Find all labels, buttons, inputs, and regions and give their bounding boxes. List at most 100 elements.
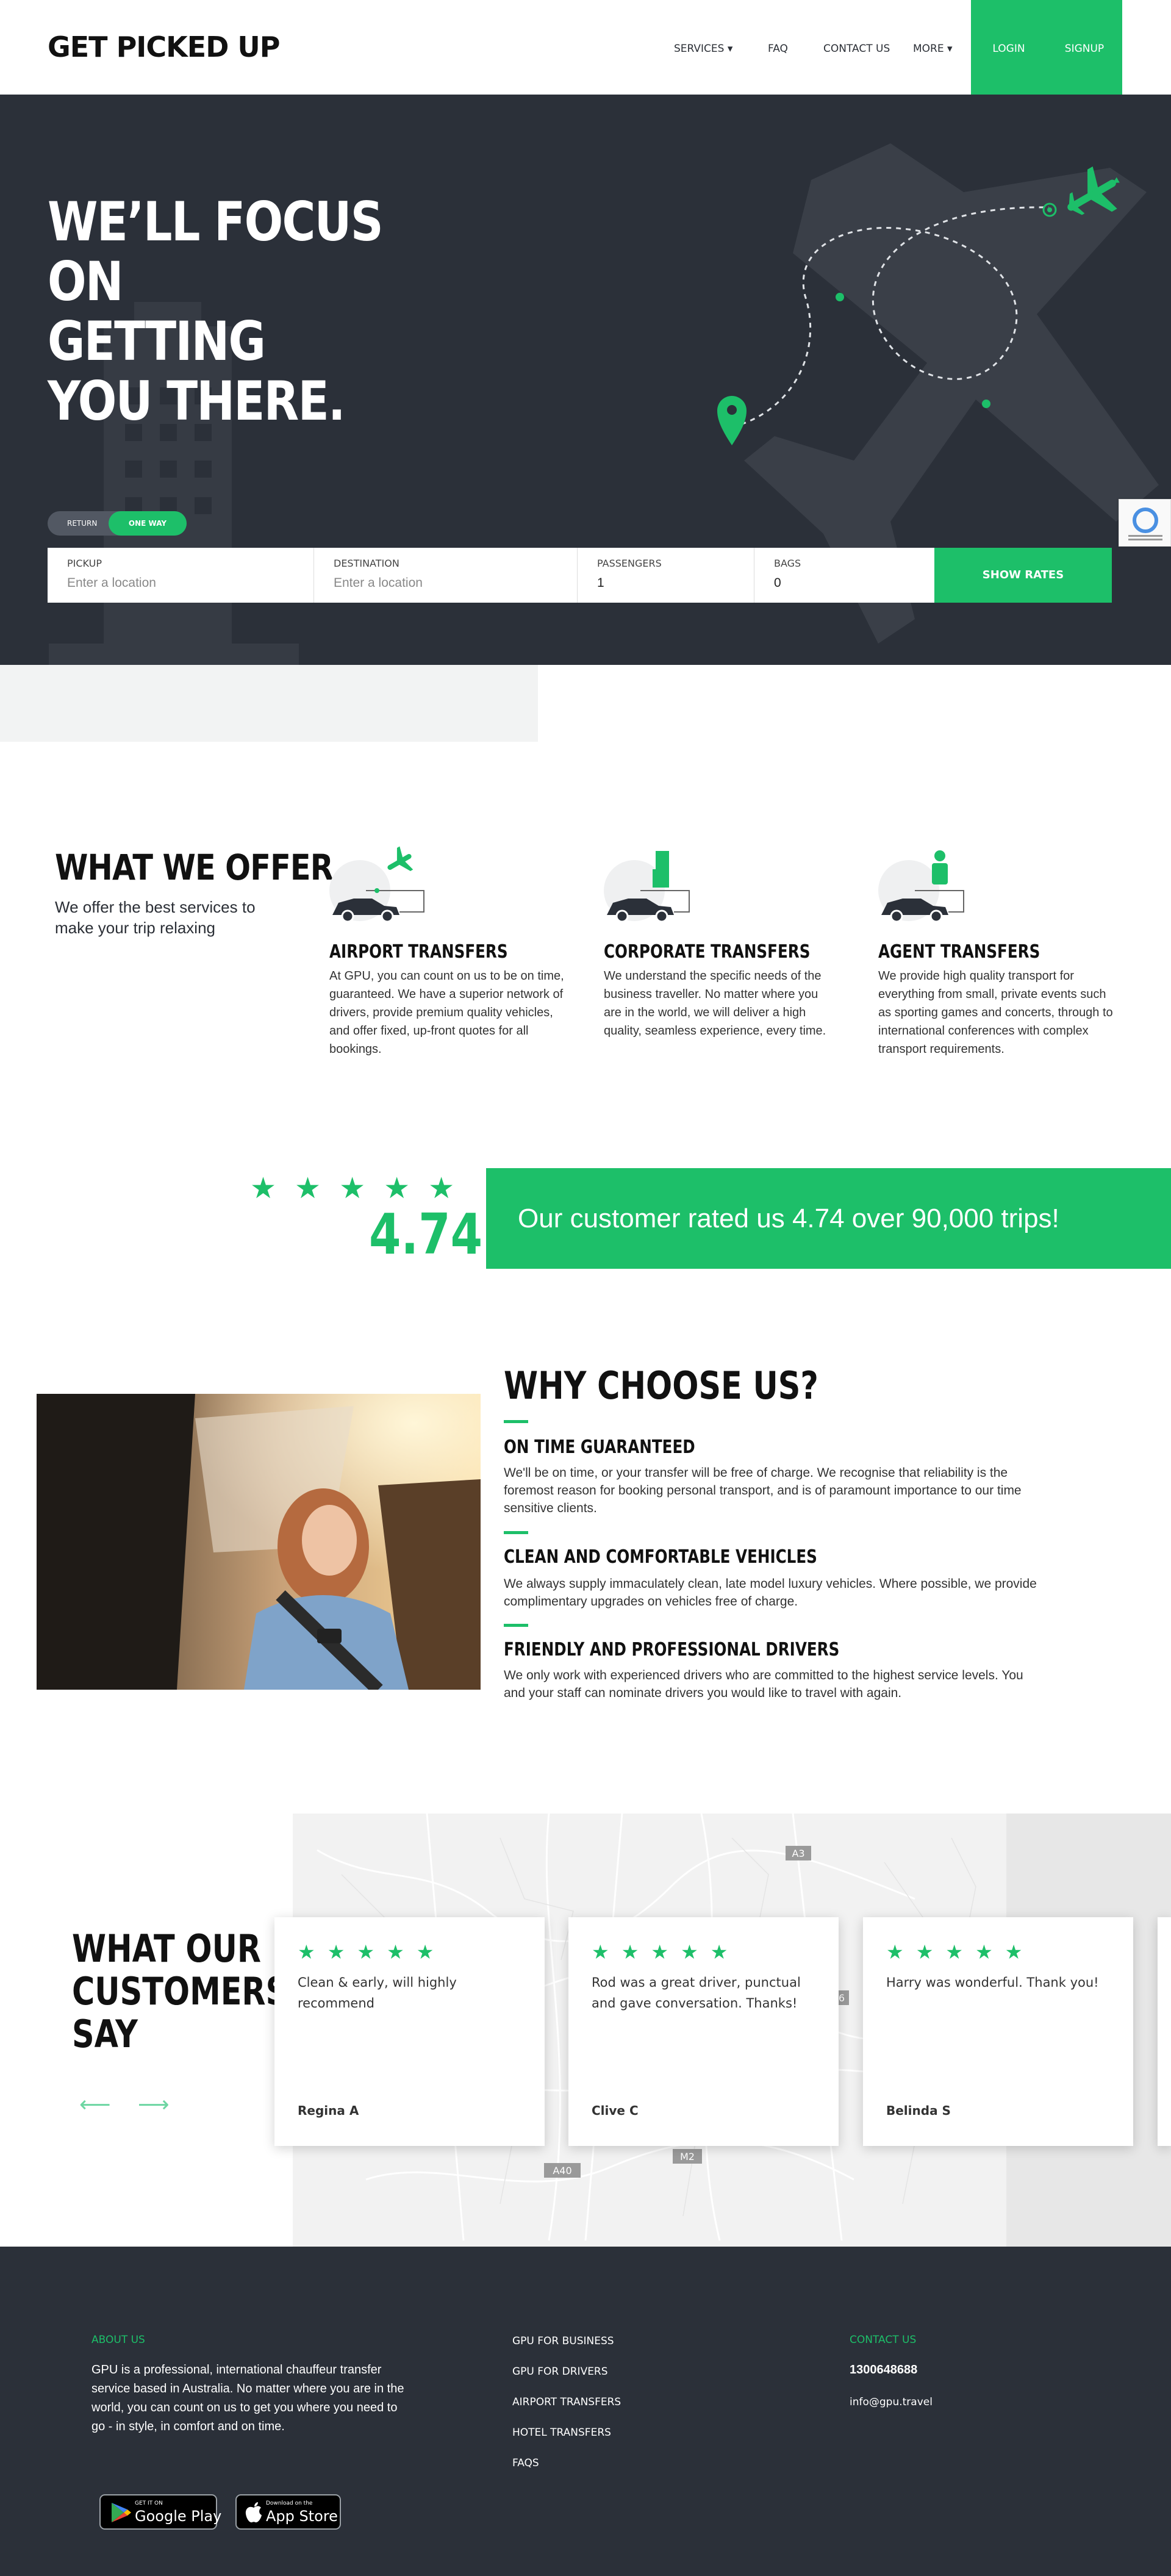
hero-title-line1: WE’LL FOCUS ON bbox=[48, 190, 384, 313]
pickup-label: PICKUP bbox=[67, 558, 102, 569]
footer-email[interactable]: info@gpu.travel bbox=[850, 2396, 933, 2408]
divider bbox=[504, 1624, 528, 1627]
pickup-input[interactable] bbox=[67, 576, 307, 590]
testimonial-author: Belinda S bbox=[886, 2103, 951, 2118]
rating-banner: Our customer rated us 4.74 over 90,000 t… bbox=[486, 1168, 1171, 1269]
app-store-badge[interactable]: Download on the App Store bbox=[235, 2494, 341, 2530]
testimonial-card: ★★★★★ Rod was a great driver, punctual a… bbox=[568, 1917, 839, 2146]
why-vehicles-text: We always supply immaculately clean, lat… bbox=[504, 1577, 1037, 1609]
agent-transfer-icon bbox=[878, 850, 964, 923]
rating-value: 4.74 bbox=[369, 1202, 483, 1267]
airport-transfer-icon bbox=[329, 846, 424, 923]
google-play-badge[interactable]: GET IT ON Google Play bbox=[99, 2494, 221, 2530]
footer-link-faqs[interactable]: FAQS bbox=[512, 2457, 539, 2469]
signup-button[interactable]: SIGNUP bbox=[1047, 43, 1122, 55]
testimonial-quote: Harry was wonderful. Thank you! bbox=[886, 1975, 1099, 1990]
prev-arrow-icon[interactable]: ⟵ bbox=[79, 2092, 111, 2117]
destination-input[interactable] bbox=[334, 576, 570, 590]
app-store-small: Download on the bbox=[266, 2500, 313, 2506]
agent-transfers-text: We provide high quality transport for ev… bbox=[878, 969, 1113, 1056]
agent-transfers-title: AGENT TRANSFERS bbox=[878, 941, 1040, 963]
map-label-6: 6 bbox=[839, 1992, 845, 2004]
divider bbox=[504, 1531, 528, 1534]
map-label-m2: M2 bbox=[680, 2151, 695, 2162]
site-logo[interactable]: GET PICKED UP bbox=[48, 30, 280, 63]
airport-transfers-title: AIRPORT TRANSFERS bbox=[329, 941, 508, 963]
footer-link-business[interactable]: GPU FOR BUSINESS bbox=[512, 2335, 614, 2347]
stars-icon: ★★★★★ bbox=[886, 1940, 1035, 1964]
testimonials-title-line1: WHAT OUR bbox=[72, 1926, 262, 1971]
map-label-a3: A3 bbox=[792, 1848, 804, 1859]
passengers-input[interactable] bbox=[597, 576, 756, 590]
apple-icon bbox=[245, 2502, 262, 2523]
next-arrow-icon[interactable]: ⟶ bbox=[138, 2092, 170, 2117]
google-play-small: GET IT ON bbox=[135, 2500, 163, 2506]
location-pin-icon bbox=[717, 396, 747, 445]
toggle-one-way[interactable]: ONE WAY bbox=[109, 511, 187, 536]
hero-title-line2: GETTING bbox=[48, 310, 266, 373]
airport-transfers-text: At GPU, you can count on us to be on tim… bbox=[329, 969, 564, 1056]
stars-icon: ★★★★★ bbox=[298, 1940, 446, 1964]
passengers-label: PASSENGERS bbox=[597, 558, 662, 569]
top-nav: GET PICKED UP SERVICES ▾ FAQ CONTACT US … bbox=[0, 0, 1171, 95]
footer-link-hotel[interactable]: HOTEL TRANSFERS bbox=[512, 2427, 611, 2439]
stars-icon: ★★★★★ bbox=[592, 1940, 740, 1964]
footer-phone[interactable]: 1300648688 bbox=[850, 2361, 917, 2380]
nav-services[interactable]: SERVICES ▾ bbox=[674, 43, 732, 55]
why-drivers-text: We only work with experienced drivers wh… bbox=[504, 1668, 1023, 1700]
customer-photo bbox=[37, 1394, 481, 1690]
footer-about-heading: ABOUT US bbox=[91, 2334, 145, 2346]
bags-input[interactable] bbox=[774, 576, 936, 590]
divider bbox=[504, 1420, 528, 1423]
testimonial-quote: Clean & early, will highly recommend bbox=[298, 1975, 457, 2011]
testimonial-card: ★★★★★ Clean & early, will highly recomme… bbox=[274, 1917, 545, 2146]
hero-section: WE’LL FOCUS ON GETTING YOU THERE. RETURN… bbox=[0, 95, 1171, 665]
passengers-field[interactable]: PASSENGERS bbox=[578, 548, 756, 603]
recaptcha-icon bbox=[1128, 508, 1162, 540]
woman-in-car-image bbox=[37, 1394, 481, 1690]
why-ontime-text: We'll be on time, or your transfer will … bbox=[504, 1466, 1022, 1515]
google-play-icon bbox=[112, 2503, 131, 2522]
why-drivers-title: FRIENDLY AND PROFESSIONAL DRIVERS bbox=[504, 1639, 840, 1660]
hero-title-line3: YOU THERE. bbox=[48, 370, 345, 432]
testimonials-title-line3: SAY bbox=[72, 2012, 138, 2056]
nav-more[interactable]: MORE ▾ bbox=[913, 43, 953, 55]
offer-title: WHAT WE OFFER bbox=[55, 847, 334, 888]
footer-contact-heading: CONTACT US bbox=[850, 2334, 917, 2346]
footer-about-text: GPU is a professional, international cha… bbox=[91, 2363, 404, 2433]
offer-subtitle: We offer the best services to make your … bbox=[55, 898, 256, 937]
testimonial-author: Clive C bbox=[592, 2103, 639, 2118]
bags-field[interactable]: BAGS bbox=[754, 548, 936, 603]
corporate-transfers-text: We understand the specific needs of the … bbox=[604, 969, 826, 1038]
corporate-transfer-icon bbox=[604, 851, 690, 923]
trip-type-toggle[interactable]: RETURN ONE WAY bbox=[48, 511, 187, 536]
testimonials-title: WHAT OUR CUSTOMERS SAY bbox=[72, 1926, 288, 2056]
toggle-return[interactable]: RETURN bbox=[67, 519, 97, 528]
why-title: WHY CHOOSE US? bbox=[504, 1363, 818, 1408]
google-play-label: Google Play bbox=[135, 2508, 222, 2525]
nav-faq[interactable]: FAQ bbox=[768, 43, 788, 55]
app-store-label: App Store bbox=[266, 2508, 338, 2525]
testimonial-card-partial bbox=[1158, 1917, 1171, 2146]
nav-contact-us[interactable]: CONTACT US bbox=[823, 43, 890, 55]
corporate-transfers-title: CORPORATE TRANSFERS bbox=[604, 941, 811, 963]
show-rates-button[interactable]: SHOW RATES bbox=[934, 548, 1112, 603]
why-vehicles-title: CLEAN AND COMFORTABLE VEHICLES bbox=[504, 1546, 817, 1568]
destination-field[interactable]: DESTINATION bbox=[314, 548, 578, 603]
login-label: LOGIN bbox=[992, 43, 1025, 55]
pickup-field[interactable]: PICKUP bbox=[48, 548, 314, 603]
footer-link-drivers[interactable]: GPU FOR DRIVERS bbox=[512, 2366, 608, 2378]
testimonials-title-line2: CUSTOMERS bbox=[72, 1969, 288, 2014]
destination-label: DESTINATION bbox=[334, 558, 399, 569]
login-button[interactable]: LOGIN SIGNUP bbox=[971, 0, 1122, 95]
map-label-a40: A40 bbox=[553, 2165, 571, 2176]
hero-title: WE’LL FOCUS ON GETTING YOU THERE. bbox=[48, 192, 410, 431]
rating-banner-text: Our customer rated us 4.74 over 90,000 t… bbox=[518, 1204, 1059, 1233]
footer-link-airport[interactable]: AIRPORT TRANSFERS bbox=[512, 2396, 621, 2408]
rating-stars-icon: ★★★★★ bbox=[250, 1171, 473, 1205]
bags-label: BAGS bbox=[774, 558, 801, 569]
testimonial-card: ★★★★★ Harry was wonderful. Thank you! Be… bbox=[863, 1917, 1133, 2146]
grey-bar bbox=[0, 665, 538, 742]
testimonial-author: Regina A bbox=[298, 2103, 359, 2118]
recaptcha-badge[interactable] bbox=[1119, 499, 1171, 547]
